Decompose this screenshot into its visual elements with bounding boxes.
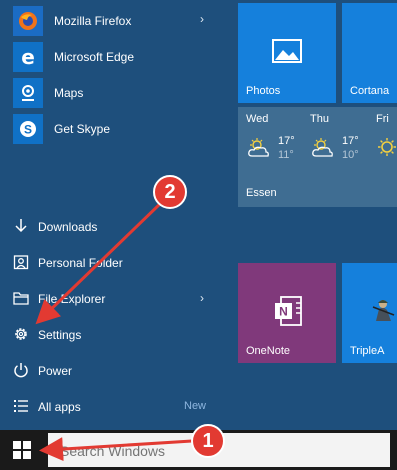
place-label: Settings [38, 328, 82, 342]
start-button[interactable] [0, 430, 44, 470]
tile-label: OneNote [246, 345, 291, 357]
list-icon [14, 400, 28, 412]
chevron-right-icon[interactable]: › [200, 291, 204, 305]
sun-icon [378, 138, 396, 156]
place-all-apps[interactable]: All apps New [0, 390, 232, 422]
tile-label: Cortana [350, 85, 390, 97]
chevron-right-icon[interactable]: › [200, 12, 204, 26]
place-personal-folder[interactable]: Personal Folder [0, 246, 232, 278]
weather-high: 17° [342, 135, 359, 147]
app-item-label: Mozilla Firefox [54, 14, 132, 28]
weather-day-name: Thu [310, 113, 329, 125]
tile-onenote[interactable]: N OneNote [238, 263, 336, 363]
gear-icon [15, 328, 27, 340]
weather-low: 11° [278, 149, 294, 161]
tile-label: TripleA [350, 345, 385, 357]
app-item-skype[interactable]: S Get Skype [0, 112, 232, 146]
annotation-badge-2: 2 [153, 175, 187, 209]
place-label: All apps [38, 400, 81, 414]
maps-icon [13, 78, 43, 108]
place-label: File Explorer [38, 292, 106, 306]
partly-cloudy-icon [248, 138, 269, 157]
tile-label: Photos [246, 85, 281, 97]
place-file-explorer[interactable]: File Explorer › [0, 282, 232, 314]
place-label: Power [38, 364, 73, 378]
tile-photos[interactable]: Photos [238, 3, 336, 103]
svg-text:S: S [24, 123, 32, 137]
skype-icon: S [13, 114, 43, 144]
place-power[interactable]: Power [0, 354, 232, 386]
app-item-firefox[interactable]: Mozilla Firefox › [0, 4, 232, 38]
place-label: Personal Folder [38, 256, 123, 270]
firefox-icon [13, 6, 43, 36]
annotation-badge-1: 1 [191, 424, 225, 458]
new-badge: New [184, 400, 207, 412]
app-item-edge[interactable]: e Microsoft Edge [0, 40, 232, 74]
place-downloads[interactable]: Downloads [0, 210, 232, 242]
power-icon [14, 363, 28, 378]
weather-location: Essen [246, 187, 277, 199]
start-menu: Mozilla Firefox › e Microsoft Edge Maps [0, 0, 397, 430]
weather-low: 10° [342, 149, 359, 161]
weather-day: Fri [376, 113, 397, 183]
folder-icon [13, 292, 29, 305]
weather-day: Wed 17° 11° [246, 113, 306, 183]
weather-day-name: Fri [376, 113, 389, 125]
weather-day: Thu 17° 10° [310, 113, 370, 183]
place-label: Downloads [38, 220, 98, 234]
tile-triplea[interactable]: TripleA [342, 263, 397, 363]
download-icon [15, 219, 27, 233]
weather-day-name: Wed [246, 113, 269, 125]
windows-logo-icon [13, 441, 31, 459]
app-item-label: Maps [54, 86, 84, 100]
person-folder-icon [13, 255, 29, 270]
tile-cortana[interactable]: Cortana [342, 3, 397, 103]
start-menu-left-column: Mozilla Firefox › e Microsoft Edge Maps [0, 0, 232, 430]
weather-high: 17° [278, 135, 295, 147]
place-settings[interactable]: Settings [0, 318, 232, 350]
app-item-label: Microsoft Edge [54, 50, 135, 64]
tile-weather[interactable]: Wed 17° 11° Thu 17° 10° Fri Essen [238, 107, 397, 207]
app-item-maps[interactable]: Maps [0, 76, 232, 110]
svg-text:N: N [279, 305, 288, 319]
soldier-icon [372, 300, 395, 321]
onenote-icon: N [275, 296, 302, 326]
edge-icon: e [13, 42, 43, 72]
app-item-label: Get Skype [54, 122, 111, 136]
partly-cloudy-icon [312, 138, 333, 157]
photo-icon [272, 39, 302, 63]
